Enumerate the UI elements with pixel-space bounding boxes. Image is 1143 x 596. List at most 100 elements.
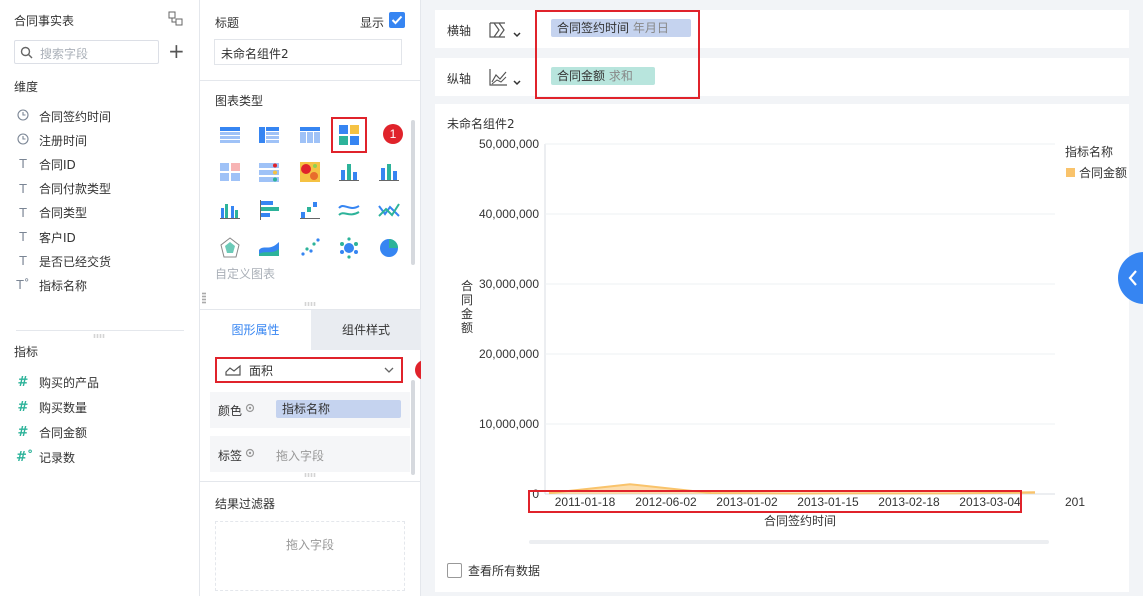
search-input[interactable]: 搜索字段 <box>14 40 159 64</box>
check-icon <box>391 15 403 25</box>
bubble-chart-icon[interactable] <box>337 236 361 260</box>
color-field-pill[interactable]: 指标名称 <box>276 400 401 418</box>
polyline-chart-icon[interactable] <box>377 198 401 222</box>
resize-handle[interactable] <box>202 292 206 304</box>
field-label: 记录数 <box>39 450 76 465</box>
field-item[interactable]: # 合同金额 <box>16 423 87 441</box>
y-tick-label: 30,000,000 <box>479 277 539 291</box>
field-item[interactable]: T˚ 指标名称 <box>16 276 87 294</box>
field-label: 购买数量 <box>39 400 88 415</box>
field-item[interactable]: T 客户ID <box>16 228 75 246</box>
y-axis-type-icon[interactable] <box>487 67 523 89</box>
divider <box>200 80 421 81</box>
kpi-card-icon[interactable] <box>218 160 242 184</box>
title-label: 标题 <box>215 16 240 30</box>
column-chart-icon[interactable] <box>377 160 401 184</box>
cross-table-icon[interactable] <box>298 123 322 147</box>
scatter-chart-icon[interactable] <box>298 236 322 260</box>
show-all-data-checkbox[interactable] <box>447 563 462 578</box>
tab-graph-properties[interactable]: 图形属性 <box>200 310 311 350</box>
y-axis-title-char: 同 <box>461 293 473 307</box>
show-label: 显示 <box>360 16 385 30</box>
chart-type-scrollbar[interactable] <box>411 120 415 265</box>
grouped-table-icon[interactable] <box>257 123 281 147</box>
line-chart-icon[interactable] <box>337 198 361 222</box>
title-input[interactable]: 未命名组件2 <box>214 39 402 65</box>
x-tick-label: 2013-02-18 <box>878 495 940 509</box>
show-all-data-row: 查看所有数据 <box>447 562 540 579</box>
resize-handle[interactable] <box>304 473 316 477</box>
settings-icon[interactable] <box>245 448 255 458</box>
text-icon: T <box>19 181 27 196</box>
field-label: 合同签约时间 <box>39 109 112 124</box>
y-tick-label: 20,000,000 <box>479 347 539 361</box>
settings-icon[interactable] <box>245 403 255 413</box>
search-icon <box>20 46 33 59</box>
resize-handle[interactable] <box>93 334 105 338</box>
field-label: 合同付款类型 <box>39 182 112 197</box>
area-chart-icon[interactable] <box>257 236 281 260</box>
text-icon: T <box>19 230 27 244</box>
collapse-panel-button[interactable] <box>1118 252 1143 304</box>
axis-highlight-box <box>535 10 700 99</box>
waterfall-icon[interactable] <box>298 198 322 222</box>
filter-label: 结果过滤器 <box>215 497 276 511</box>
tab-component-style[interactable]: 组件样式 <box>311 310 421 350</box>
field-item[interactable]: #˚ 记录数 <box>16 448 75 466</box>
field-label: 是否已经交货 <box>39 254 112 269</box>
chart-card: 未命名组件2 50,000,000 40,000,000 30,000,000 20,… <box>435 104 1129 592</box>
search-placeholder: 搜索字段 <box>40 47 89 61</box>
field-item[interactable]: 注册时间 <box>16 131 87 149</box>
auto-chart-icon[interactable] <box>331 117 367 153</box>
hash-icon: # <box>17 399 29 415</box>
field-label: 注册时间 <box>39 133 88 148</box>
show-title-checkbox[interactable] <box>389 12 405 28</box>
field-item[interactable]: T 合同ID <box>16 155 75 173</box>
field-item[interactable]: T 合同付款类型 <box>16 180 111 198</box>
field-label: 指标名称 <box>39 278 88 293</box>
resize-handle[interactable] <box>304 302 316 306</box>
x-tick-label: 2013-01-02 <box>716 495 778 509</box>
x-tick-label: 2013-01-15 <box>797 495 859 509</box>
label-drop-placeholder[interactable]: 拖入字段 <box>276 447 324 464</box>
field-item[interactable]: T 是否已经交货 <box>16 252 111 270</box>
y-axis-title-char: 金 <box>461 306 473 321</box>
custom-chart-link[interactable]: 自定义图表 <box>215 265 275 282</box>
filter-drop-placeholder: 拖入字段 <box>285 538 334 552</box>
heatmap-icon[interactable] <box>298 160 322 184</box>
x-tick-label: 201 <box>1065 495 1085 509</box>
field-item[interactable]: T 合同类型 <box>16 204 87 222</box>
field-item[interactable]: # 购买数量 <box>16 398 87 416</box>
grouped-column-icon[interactable] <box>218 198 242 222</box>
analysis-area: 横轴 合同签约时间 年月日 纵轴 合同金额 求和 未命名组件2 50,000,0… <box>421 0 1143 596</box>
horizontal-scrollbar <box>529 540 1049 544</box>
text-icon: T <box>19 254 27 269</box>
config-panel: 标题 显示 未命名组件2 图表类型 自定义图表 图形属性 组件样式 面积 颜色 … <box>200 0 421 596</box>
field-label: 合同金额 <box>39 425 88 440</box>
x-tick-label: 2013-03-04 <box>959 495 1021 509</box>
pie-chart-icon[interactable] <box>377 236 401 260</box>
x-axis-type-icon[interactable] <box>487 19 523 41</box>
area-shape-icon <box>225 364 241 376</box>
bar-chart-icon[interactable] <box>257 198 281 222</box>
step-badge: 1 <box>383 124 403 144</box>
indicator-list-icon[interactable] <box>257 160 281 184</box>
tree-view-icon[interactable] <box>168 11 183 26</box>
field-item[interactable]: # 购买的产品 <box>16 373 99 391</box>
shape-select[interactable]: 面积 <box>215 357 403 383</box>
dimension-heading: 维度 <box>14 80 39 94</box>
x-tick-label: 2011-01-18 <box>555 495 616 509</box>
filter-drop-zone[interactable]: 拖入字段 <box>215 521 405 591</box>
radar-chart-icon[interactable] <box>218 236 242 260</box>
table-chart-icon[interactable] <box>218 123 242 147</box>
y-tick-label: 0 <box>532 487 539 501</box>
text-icon: T <box>19 157 27 172</box>
divider <box>200 481 421 482</box>
stacked-bar-icon[interactable] <box>337 160 361 184</box>
chevron-left-icon <box>1128 270 1137 286</box>
field-label: 合同类型 <box>39 206 88 221</box>
field-item[interactable]: 合同签约时间 <box>16 107 111 125</box>
property-scrollbar[interactable] <box>411 380 415 475</box>
area-chart: 50,000,000 40,000,000 30,000,000 20,000,000… <box>461 137 1127 544</box>
add-field-button[interactable]: + <box>168 41 185 61</box>
